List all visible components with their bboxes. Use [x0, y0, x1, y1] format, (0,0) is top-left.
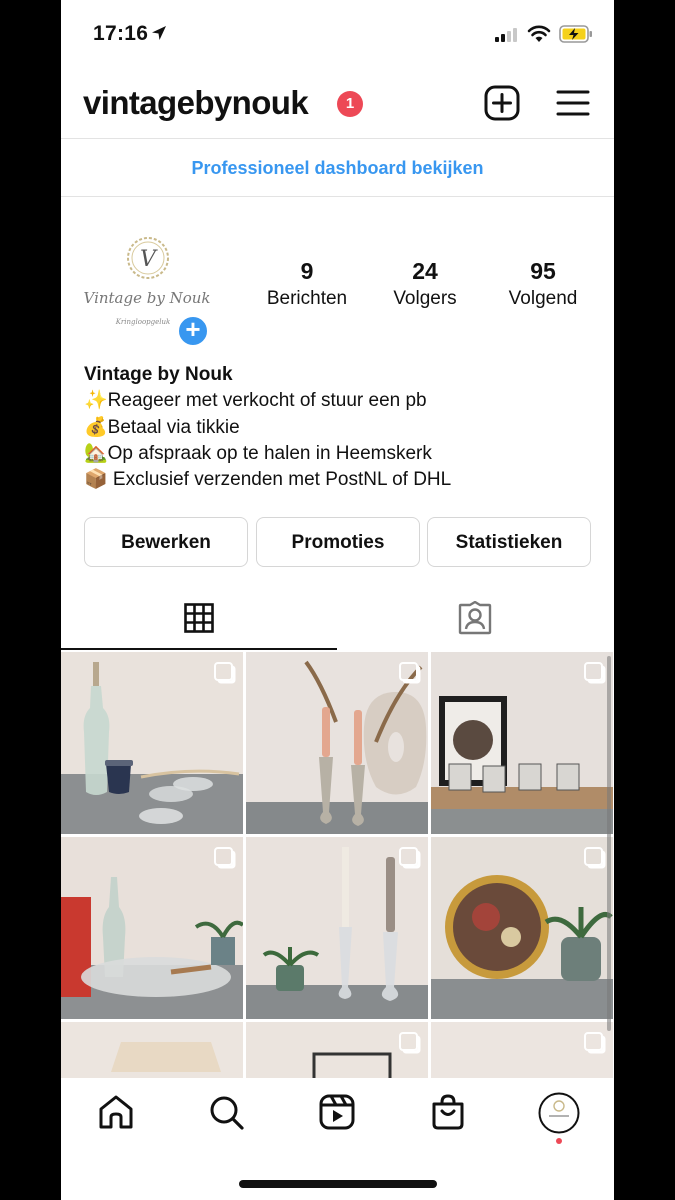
bio-line: 🏡Op afspraak op te halen in Heemskerk [84, 442, 432, 464]
multi-post-icon [584, 1032, 603, 1051]
profile-avatar-icon [538, 1092, 580, 1134]
multi-post-icon [214, 662, 233, 681]
stat-following[interactable]: 95 Volgend [488, 258, 598, 310]
bio-line: 📦 Exclusief verzenden met PostNL of DHL [84, 469, 452, 491]
hamburger-menu-icon[interactable] [556, 88, 590, 118]
multi-post-icon [584, 847, 603, 866]
scrollbar[interactable] [607, 656, 611, 1031]
posts-grid [61, 652, 614, 1200]
multi-post-icon [584, 662, 603, 681]
nav-reels[interactable] [317, 1092, 357, 1132]
stat-posts-value: 9 [300, 258, 314, 284]
edit-profile-button[interactable]: Bewerken [84, 517, 248, 567]
stat-following-value: 95 [530, 258, 556, 284]
search-icon [210, 1096, 244, 1130]
stat-posts-label: Berichten [266, 288, 348, 309]
multi-post-icon [214, 847, 233, 866]
home-indicator [239, 1180, 437, 1188]
profile-display-name: Vintage by Nouk [84, 364, 233, 385]
post-thumbnail[interactable] [431, 837, 613, 1019]
add-story-button[interactable]: + [176, 314, 210, 348]
professional-dashboard-link[interactable]: Professioneel dashboard bekijken [61, 140, 614, 196]
avatar-logo-letter: V [140, 247, 158, 272]
profile-bio: Vintage by Nouk ✨Reageer met verkocht of… [84, 362, 594, 493]
stat-followers-value: 24 [412, 258, 438, 284]
status-bar: 17:16 [61, 0, 614, 66]
status-time: 17:16 [93, 22, 149, 45]
nav-home[interactable] [96, 1092, 136, 1132]
post-thumbnail[interactable] [431, 652, 613, 834]
notification-badge[interactable]: 1 [337, 91, 363, 117]
new-post-icon[interactable] [484, 85, 520, 121]
stat-posts[interactable]: 9 Berichten [252, 258, 362, 310]
post-thumbnail[interactable] [61, 837, 243, 1019]
profile-tabs [61, 590, 614, 652]
stat-following-label: Volgend [508, 288, 578, 309]
bio-line: ✨Reageer met verkocht of stuur een pb [84, 390, 427, 412]
wifi-icon [527, 25, 551, 42]
battery-charging-icon [559, 25, 592, 43]
grid-icon [184, 603, 214, 633]
post-thumbnail[interactable] [246, 652, 428, 834]
home-icon [99, 1095, 133, 1129]
shop-bag-icon [432, 1094, 464, 1130]
multi-post-icon [399, 662, 418, 681]
profile-header: vintagebynouk 1 [61, 70, 614, 138]
stat-followers-label: Volgers [393, 288, 457, 309]
post-thumbnail[interactable] [246, 837, 428, 1019]
multi-post-icon [399, 847, 418, 866]
multi-post-icon [399, 1032, 418, 1051]
profile-username[interactable]: vintagebynouk [83, 84, 309, 122]
reels-icon [319, 1094, 355, 1130]
nav-profile[interactable] [538, 1092, 580, 1144]
dashboard-divider [61, 196, 614, 197]
bio-line: 💰Betaal via tikkie [84, 416, 240, 438]
location-arrow-icon [152, 26, 166, 40]
post-thumbnail[interactable] [61, 652, 243, 834]
avatar-logo-sub: Kringloopgeluk [115, 318, 171, 326]
nav-search[interactable] [206, 1092, 246, 1132]
stat-followers[interactable]: 24 Volgers [370, 258, 480, 310]
profile-notification-dot [556, 1138, 562, 1144]
header-divider [61, 138, 614, 139]
insights-button[interactable]: Statistieken [427, 517, 591, 567]
tagged-person-icon [458, 601, 492, 635]
nav-shop[interactable] [428, 1092, 468, 1132]
avatar-logo-text: Vintage by Nouk [84, 289, 211, 307]
instagram-profile-screen: 17:16 vintagebynouk 1 Professioneel dash… [61, 0, 614, 1200]
active-tab-indicator [61, 648, 337, 650]
tab-tagged[interactable] [337, 590, 613, 652]
tab-grid[interactable] [61, 590, 337, 652]
cellular-signal-icon [495, 28, 517, 42]
promotions-button[interactable]: Promoties [256, 517, 420, 567]
